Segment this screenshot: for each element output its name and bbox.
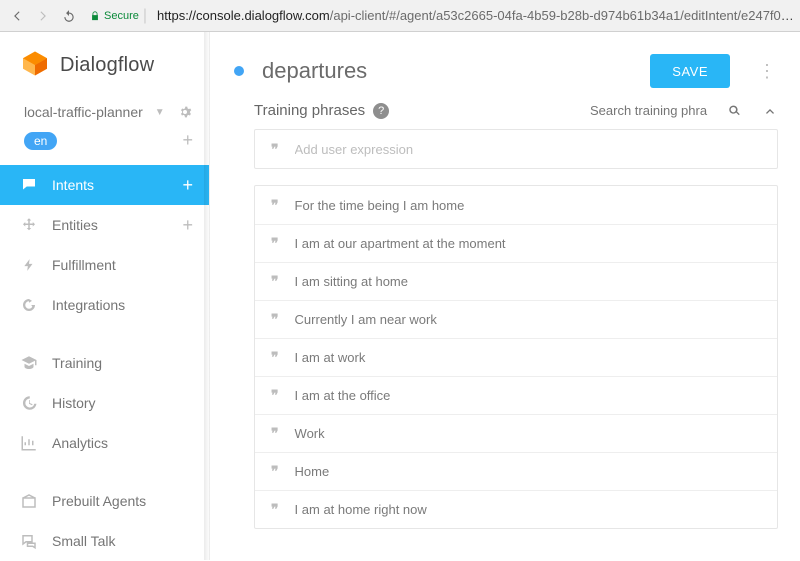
training-phrase-list: ❞ For the time being I am home ❞ I am at ou… [254, 185, 778, 529]
training-phrase-text: For the time being I am home [295, 198, 465, 213]
training-phrase-text: Currently I am near work [295, 312, 437, 327]
quote-icon: ❞ [271, 387, 279, 404]
brand-name: Dialogflow [60, 54, 154, 77]
nav-label: History [52, 395, 96, 411]
sidebar-item-fulfillment[interactable]: Fulfillment [0, 245, 209, 285]
help-icon[interactable]: ? [373, 103, 389, 119]
nav-label: Integrations [52, 297, 125, 313]
sidebar-item-integrations[interactable]: Integrations [0, 285, 209, 325]
more-menu-icon[interactable]: ⋮ [748, 61, 778, 82]
training-phrase-text: I am at work [295, 350, 366, 365]
sidebar-item-intents[interactable]: Intents + [0, 165, 209, 205]
training-phrase-text: I am sitting at home [295, 274, 408, 289]
training-icon [20, 354, 38, 372]
search-icon[interactable] [724, 103, 740, 119]
training-phrase-text: Home [295, 464, 330, 479]
analytics-icon [20, 434, 38, 452]
training-phrase-row[interactable]: ❞ I am at our apartment at the moment [255, 224, 777, 262]
save-button[interactable]: SAVE [650, 54, 730, 88]
chevron-down-icon: ▼ [155, 107, 165, 118]
quote-icon: ❞ [271, 311, 279, 328]
main-content: departures SAVE ⋮ Training phrases ? ❞ [210, 32, 800, 560]
quote-icon: ❞ [271, 349, 279, 366]
nav-label: Fulfillment [52, 257, 116, 273]
training-phrase-row[interactable]: ❞ Home [255, 452, 777, 490]
integrations-icon [20, 296, 38, 314]
entities-icon [20, 216, 38, 234]
sidebar-item-prebuilt[interactable]: Prebuilt Agents [0, 481, 209, 521]
training-phrase-row[interactable]: ❞ I am at work [255, 338, 777, 376]
address-bar[interactable]: https://console.dialogflow.com/api-clien… [157, 8, 794, 23]
nav-label: Analytics [52, 435, 108, 451]
dialogflow-logo-icon [20, 50, 50, 80]
agent-selector[interactable]: local-traffic-planner ▼ [0, 98, 209, 130]
sidebar-item-history[interactable]: History [0, 383, 209, 423]
quote-icon: ❞ [271, 141, 279, 158]
add-entity-button[interactable]: + [182, 215, 193, 236]
training-phrase-text: Work [295, 426, 325, 441]
sidebar-item-training[interactable]: Training [0, 343, 209, 383]
quote-icon: ❞ [271, 197, 279, 214]
sidebar-item-entities[interactable]: Entities + [0, 205, 209, 245]
quote-icon: ❞ [271, 273, 279, 290]
forward-button[interactable] [32, 5, 54, 27]
quote-icon: ❞ [271, 425, 279, 442]
secure-label: Secure [104, 10, 139, 22]
training-section-title: Training phrases [254, 102, 365, 119]
training-phrase-row[interactable]: ❞ I am at home right now [255, 490, 777, 528]
intent-status-dot [234, 66, 244, 76]
add-phrase-row[interactable]: ❞ [255, 130, 777, 168]
training-phrase-row[interactable]: ❞ I am at the office [255, 376, 777, 414]
quote-icon: ❞ [271, 463, 279, 480]
training-phrase-row[interactable]: ❞ Currently I am near work [255, 300, 777, 338]
url-host: https://console.dialogflow.com [157, 8, 330, 23]
browser-chrome: Secure | https://console.dialogflow.com/… [0, 0, 800, 32]
smalltalk-icon [20, 532, 38, 550]
url-path: /api-client/#/agent/a53c2665-04fa-4b59-b… [330, 8, 794, 23]
secure-indicator: Secure [90, 10, 139, 22]
back-button[interactable] [6, 5, 28, 27]
add-language-button[interactable]: + [182, 130, 193, 151]
sidebar-item-smalltalk[interactable]: Small Talk [0, 521, 209, 561]
training-phrase-row[interactable]: ❞ Work [255, 414, 777, 452]
prebuilt-icon [20, 492, 38, 510]
fulfillment-icon [20, 256, 38, 274]
training-phrase-row[interactable]: ❞ For the time being I am home [255, 186, 777, 224]
logo[interactable]: Dialogflow [0, 32, 209, 98]
reload-button[interactable] [58, 5, 80, 27]
training-phrase-row[interactable]: ❞ I am sitting at home [255, 262, 777, 300]
history-icon [20, 394, 38, 412]
gear-icon[interactable] [177, 104, 193, 120]
training-search-input[interactable] [590, 103, 710, 118]
nav-label: Prebuilt Agents [52, 493, 146, 509]
nav-label: Small Talk [52, 533, 116, 549]
sidebar: Dialogflow local-traffic-planner ▼ en + … [0, 32, 210, 560]
nav-label: Intents [52, 177, 94, 193]
collapse-section-icon[interactable] [762, 103, 778, 119]
quote-icon: ❞ [271, 501, 279, 518]
nav-label: Entities [52, 217, 98, 233]
training-phrase-text: I am at the office [295, 388, 391, 403]
intent-title[interactable]: departures [262, 58, 632, 84]
intents-icon [20, 176, 38, 194]
training-phrase-text: I am at our apartment at the moment [295, 236, 506, 251]
nav-label: Training [52, 355, 102, 371]
quote-icon: ❞ [271, 235, 279, 252]
agent-name: local-traffic-planner [24, 104, 143, 120]
language-pill[interactable]: en [24, 132, 57, 150]
sidebar-item-analytics[interactable]: Analytics [0, 423, 209, 463]
add-phrase-input[interactable] [295, 142, 761, 157]
add-intent-button[interactable]: + [182, 175, 193, 196]
training-phrase-text: I am at home right now [295, 502, 427, 517]
